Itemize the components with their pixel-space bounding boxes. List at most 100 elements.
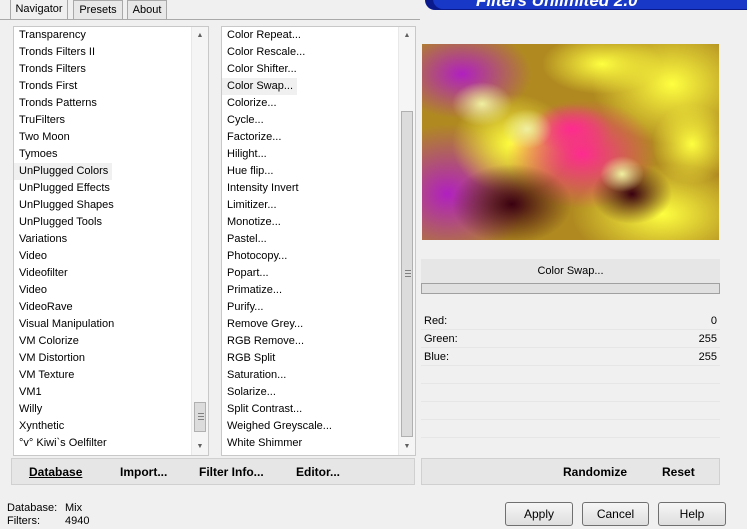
param-value: 255 <box>698 333 717 345</box>
param-empty-row <box>421 384 720 402</box>
import-button[interactable]: Import... <box>120 465 167 479</box>
category-item[interactable]: Two Moon <box>14 129 191 146</box>
filter-item-label: Monotize... <box>227 216 281 228</box>
filter-item[interactable]: White Shimmer <box>222 435 398 452</box>
filter-item[interactable]: Hilight... <box>222 146 398 163</box>
filter-item[interactable]: Popart... <box>222 265 398 282</box>
category-items: Transparency Tronds Filters II Tronds Filt… <box>14 27 191 455</box>
filter-item[interactable]: Primatize... <box>222 282 398 299</box>
filter-item-label: Color Shifter... <box>227 63 297 75</box>
category-item[interactable]: Visual Manipulation <box>14 316 191 333</box>
category-item[interactable]: Xynthetic <box>14 418 191 435</box>
filter-item-label: Remove Grey... <box>227 318 304 330</box>
category-item[interactable]: Transparency <box>14 27 191 44</box>
category-item[interactable]: VM Colorize <box>14 333 191 350</box>
current-filter-name: Color Swap... <box>421 259 720 283</box>
filter-item[interactable]: Hue flip... <box>222 163 398 180</box>
category-item-label: Willy <box>19 403 43 415</box>
filter-item[interactable]: Color Rescale... <box>222 44 398 61</box>
category-scrollbar[interactable]: ▲ ▼ <box>191 27 208 455</box>
tab-presets[interactable]: Presets <box>73 0 123 19</box>
reset-button[interactable]: Reset <box>662 465 695 479</box>
category-item[interactable]: TruFilters <box>14 112 191 129</box>
category-item[interactable]: UnPlugged Colors <box>14 163 191 180</box>
category-item[interactable]: Willy <box>14 401 191 418</box>
category-item[interactable]: VM Texture <box>14 367 191 384</box>
scroll-up-icon[interactable]: ▲ <box>192 27 208 44</box>
category-item[interactable]: Video <box>14 248 191 265</box>
filter-item[interactable]: Cycle... <box>222 112 398 129</box>
category-item-label: Videofilter <box>19 267 68 279</box>
category-item[interactable]: VM Distortion <box>14 350 191 367</box>
category-item[interactable]: Tronds Patterns <box>14 95 191 112</box>
param-blue[interactable]: Blue: 255 <box>421 348 720 366</box>
filter-item[interactable]: Saturation... <box>222 367 398 384</box>
filter-item[interactable]: Pastel... <box>222 231 398 248</box>
scroll-down-icon[interactable]: ▼ <box>399 438 415 455</box>
category-item[interactable]: VideoRave <box>14 299 191 316</box>
category-item[interactable]: Tymoes <box>14 146 191 163</box>
filter-item[interactable]: Factorize... <box>222 129 398 146</box>
filter-item[interactable]: Colorize... <box>222 95 398 112</box>
banner-title: Filters Unlimited 2.0 <box>476 0 638 10</box>
param-green[interactable]: Green: 255 <box>421 330 720 348</box>
filter-item[interactable]: Photocopy... <box>222 248 398 265</box>
filter-item[interactable]: Intensity Invert <box>222 180 398 197</box>
category-item-label: °v° Kiwi`s Oelfilter <box>19 437 107 449</box>
category-item[interactable]: Video <box>14 282 191 299</box>
filter-item[interactable]: Remove Grey... <box>222 316 398 333</box>
category-item[interactable]: Tronds Filters <box>14 61 191 78</box>
category-item[interactable]: Variations <box>14 231 191 248</box>
category-item-label: VM1 <box>19 386 42 398</box>
filter-item[interactable]: RGB Split <box>222 350 398 367</box>
filter-list[interactable]: Color Repeat... Color Rescale... Color Shi… <box>221 26 416 456</box>
param-value: 255 <box>698 351 717 363</box>
filter-item[interactable]: Solarize... <box>222 384 398 401</box>
category-item-label: Video <box>19 250 47 262</box>
filter-item[interactable]: RGB Remove... <box>222 333 398 350</box>
tab-about[interactable]: About <box>127 0 167 19</box>
progress-bar <box>421 283 720 294</box>
filter-scrollbar[interactable]: ▲ ▼ <box>398 27 415 455</box>
scroll-up-icon[interactable]: ▲ <box>399 27 415 44</box>
apply-button[interactable]: Apply <box>505 502 573 526</box>
filter-item[interactable]: Weighed Greyscale... <box>222 418 398 435</box>
filter-item[interactable]: Split Contrast... <box>222 401 398 418</box>
filter-item[interactable]: Monotize... <box>222 214 398 231</box>
randomize-button[interactable]: Randomize <box>563 465 627 479</box>
filter-item-label: Intensity Invert <box>227 182 299 194</box>
filter-item-label: Factorize... <box>227 131 282 143</box>
tab-navigator[interactable]: Navigator <box>10 0 68 19</box>
category-item[interactable]: Tronds First <box>14 78 191 95</box>
filter-info-button[interactable]: Filter Info... <box>199 465 264 479</box>
category-item[interactable]: UnPlugged Shapes <box>14 197 191 214</box>
category-item-label: VM Texture <box>19 369 75 381</box>
cancel-button[interactable]: Cancel <box>582 502 649 526</box>
category-item[interactable]: °v° Kiwi`s Oelfilter <box>14 435 191 452</box>
category-item[interactable]: VM1 <box>14 384 191 401</box>
filter-items: Color Repeat... Color Rescale... Color Shi… <box>222 27 398 455</box>
category-item[interactable]: Tronds Filters II <box>14 44 191 61</box>
filter-item-label: Split Contrast... <box>227 403 303 415</box>
help-button[interactable]: Help <box>658 502 726 526</box>
filter-item-label: Color Swap... <box>222 78 298 95</box>
category-item-label: Visual Manipulation <box>19 318 115 330</box>
database-button[interactable]: Database <box>29 465 82 479</box>
category-item-label: Tronds Filters II <box>19 46 95 58</box>
category-item[interactable]: Videofilter <box>14 265 191 282</box>
category-item-label: Tymoes <box>19 148 58 160</box>
filter-item[interactable]: Color Swap... <box>222 78 398 95</box>
param-red[interactable]: Red: 0 <box>421 312 720 330</box>
filter-item[interactable]: Limitizer... <box>222 197 398 214</box>
filter-item[interactable]: Purify... <box>222 299 398 316</box>
filter-item[interactable]: Color Repeat... <box>222 27 398 44</box>
scroll-thumb[interactable] <box>401 111 413 437</box>
filter-item[interactable]: Color Shifter... <box>222 61 398 78</box>
category-list[interactable]: Transparency Tronds Filters II Tronds Filt… <box>13 26 209 456</box>
scroll-down-icon[interactable]: ▼ <box>192 438 208 455</box>
scroll-thumb[interactable] <box>194 402 206 432</box>
filter-item-label: RGB Remove... <box>227 335 305 347</box>
category-item[interactable]: UnPlugged Effects <box>14 180 191 197</box>
editor-button[interactable]: Editor... <box>296 465 340 479</box>
category-item[interactable]: UnPlugged Tools <box>14 214 191 231</box>
